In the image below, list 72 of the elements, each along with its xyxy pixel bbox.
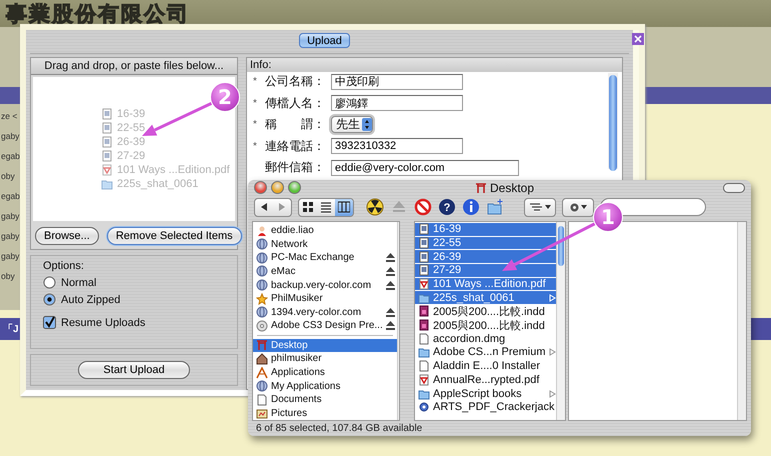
radio-label: Normal <box>61 276 96 288</box>
file-name: 16-39 <box>117 108 146 120</box>
link-text[interactable]: gaby <box>1 230 20 242</box>
file-name: 22-55 <box>117 122 146 134</box>
file-item[interactable]: 101 Ways ...Edition.pdf <box>415 278 556 292</box>
sidebar-item[interactable]: 1394.very-color.com <box>253 305 397 319</box>
file-item[interactable]: ARTS_PDF_Crackerjack <box>415 400 556 415</box>
link-text[interactable]: 「J <box>0 322 19 336</box>
file-item[interactable]: Aladdin E....0 Installer <box>415 360 556 374</box>
file-item[interactable]: 225s_shat_0061 <box>415 291 556 306</box>
link-text[interactable]: egab <box>1 190 20 202</box>
field-label: 公司名稱： <box>265 73 326 90</box>
file-item[interactable]: 26-39 <box>415 250 556 264</box>
file-item[interactable]: AnnualRe...rypted.pdf <box>415 374 556 388</box>
link-text[interactable]: gaby <box>1 250 20 262</box>
file-name: 26-39 <box>117 136 146 148</box>
field-label: 稱 謂： <box>265 116 326 133</box>
sidebar-item[interactable]: PhilMusiker <box>253 292 397 306</box>
panel-header: Info: <box>247 58 622 72</box>
sidebar-item[interactable]: Documents <box>253 392 397 406</box>
input-field[interactable]: eddie@very-color.com <box>331 160 519 176</box>
input-field[interactable]: 廖鴻鐸 <box>331 95 463 111</box>
sidebar-item[interactable]: eddie.liao <box>253 224 397 238</box>
remove-button[interactable]: Remove Selected Items <box>106 227 242 245</box>
file-name: 225s_shat_0061 <box>117 178 198 190</box>
sidebar-item[interactable]: eMac <box>253 264 397 278</box>
file-name: 101 Ways ...Edition.pdf <box>117 164 230 176</box>
radio-label: Auto Zipped <box>61 294 120 306</box>
window-title: Desktop <box>490 180 534 195</box>
sidebar-item[interactable]: Network <box>253 238 397 252</box>
sidebar-item[interactable]: My Applications <box>253 379 397 393</box>
checkbox-label: Resume Uploads <box>61 316 146 328</box>
sidebar-item[interactable]: Desktop <box>253 338 397 352</box>
link-text[interactable]: oby <box>1 170 20 182</box>
sidebar-item[interactable]: philmusiker <box>253 352 397 366</box>
file-item[interactable]: AppleScript books <box>415 387 556 401</box>
link-text[interactable]: ze < <box>1 110 20 122</box>
file-item[interactable]: 27-29 <box>415 264 556 278</box>
link-text[interactable]: oby <box>1 270 20 282</box>
options-label: Options: <box>43 260 85 272</box>
required-mark: * <box>253 140 258 152</box>
title-dropdown[interactable]: 先生 <box>331 116 373 133</box>
file-item[interactable]: accordion.dmg <box>415 332 556 346</box>
input-field[interactable]: 3932310332 <box>331 138 463 154</box>
upload-tab[interactable]: Upload <box>299 33 350 48</box>
file-item[interactable]: Adobe CS...n Premium <box>415 346 556 360</box>
field-label: 傳檔人名： <box>265 94 326 112</box>
status-text: 6 of 85 selected, 107.84 GB available <box>256 422 422 434</box>
link-text[interactable]: gaby <box>1 130 20 142</box>
field-label: 連絡電話： <box>265 138 326 154</box>
sidebar-item[interactable]: backup.very-color.com <box>253 278 397 292</box>
file-name: 27-29 <box>117 150 146 162</box>
file-item[interactable]: 16-39 <box>415 222 556 237</box>
required-mark: * <box>253 98 258 108</box>
field-label: 郵件信箱： <box>265 159 326 176</box>
link-text[interactable]: egab <box>1 150 20 162</box>
sidebar-item[interactable]: Adobe CS3 Design Pre... <box>253 319 397 333</box>
panel-header: Drag and drop, or paste files below... <box>31 58 237 75</box>
start-upload-button[interactable]: Start Upload <box>78 361 190 379</box>
sidebar-item[interactable]: PC-Mac Exchange <box>253 251 397 265</box>
link-text[interactable]: gaby <box>1 210 20 222</box>
required-mark: * <box>253 76 258 87</box>
browse-button[interactable]: Browse... <box>35 227 99 245</box>
sidebar-item[interactable]: Pictures <box>253 406 397 420</box>
sidebar-item[interactable]: Applications <box>253 366 397 380</box>
company-name: 事業股份有限公司 <box>6 0 190 27</box>
help-icon[interactable]: ? <box>438 198 456 216</box>
file-item[interactable]: 2005與200....比較.indd <box>415 318 556 332</box>
input-field[interactable]: 中茂印刷 <box>331 74 463 90</box>
file-item[interactable]: 2005與200....比較.indd <box>415 305 556 319</box>
required-mark: * <box>253 119 258 130</box>
file-item[interactable]: 22-55 <box>415 236 556 250</box>
